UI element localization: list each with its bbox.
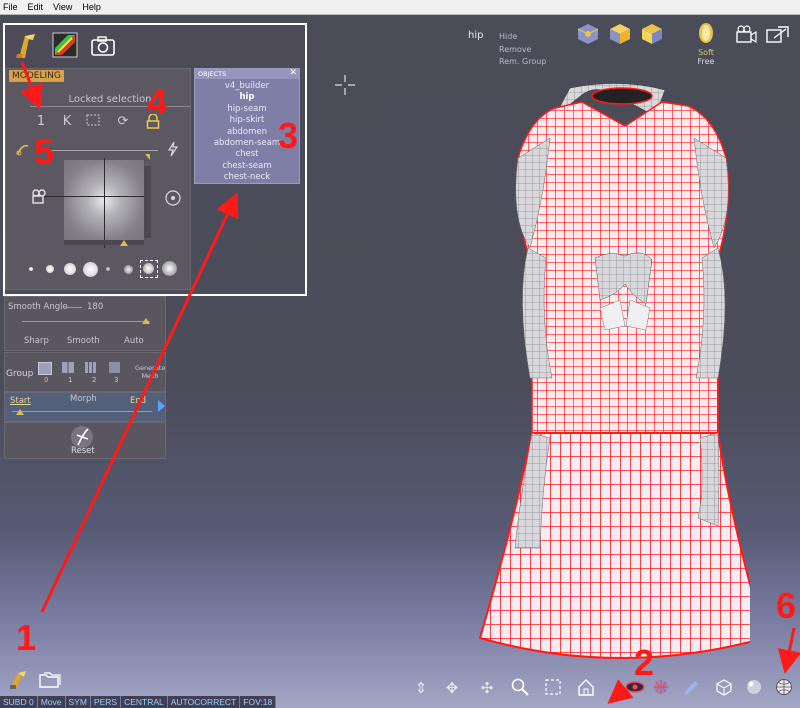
generate-mesh-button[interactable]: Generate Mesh xyxy=(135,364,165,380)
move-icon[interactable]: ✥ xyxy=(441,677,463,699)
morph-slider[interactable] xyxy=(12,411,152,412)
morph-marker-icon[interactable] xyxy=(16,409,24,415)
solid-sphere-icon[interactable] xyxy=(743,677,765,699)
status-bar: SUBD 0 Move SYM PERS CENTRAL AUTOCORRECT… xyxy=(0,696,277,708)
render-camera-icon[interactable] xyxy=(734,24,758,46)
group-level-1-icon[interactable] xyxy=(62,362,74,373)
view-side-cube-icon[interactable] xyxy=(640,22,664,46)
soft-face-icon[interactable] xyxy=(697,22,715,48)
annotation-3: 3 xyxy=(278,115,299,156)
menu-help[interactable]: Help xyxy=(82,2,101,12)
annotation-2: 2 xyxy=(634,642,655,683)
smooth-angle-value: 180 xyxy=(87,302,104,312)
group-level-2[interactable]: 2 xyxy=(92,376,96,384)
reset-button[interactable]: Reset xyxy=(71,446,95,456)
smooth-angle-label: Smooth Angle xyxy=(8,302,68,312)
rotate-icon[interactable]: ✣ xyxy=(476,677,498,699)
rem-group-button[interactable]: Rem. Group xyxy=(499,56,546,69)
brush-tool-icon[interactable] xyxy=(8,669,30,691)
annotation-6: 6 xyxy=(776,585,797,626)
morph-end[interactable]: End xyxy=(130,396,146,406)
status-central[interactable]: CENTRAL xyxy=(121,696,168,708)
box-view-icon[interactable] xyxy=(713,677,735,699)
group-level-3[interactable]: 3 xyxy=(114,376,118,384)
selected-object-label: hip xyxy=(468,30,484,41)
soft-text[interactable]: Soft xyxy=(697,48,715,57)
smooth-option-sharp[interactable]: Sharp xyxy=(24,336,49,346)
status-move[interactable]: Move xyxy=(38,696,66,708)
group-level-2-icon[interactable] xyxy=(85,362,97,373)
smooth-option-smooth[interactable]: Smooth xyxy=(67,336,100,346)
menu-file[interactable]: File xyxy=(3,2,18,12)
smooth-option-auto[interactable]: Auto xyxy=(124,336,144,346)
morph-label: Morph xyxy=(70,394,97,404)
soft-label: Soft Free xyxy=(697,48,715,66)
crosshair-icon xyxy=(335,75,355,95)
status-autocorrect[interactable]: AUTOCORRECT xyxy=(168,696,241,708)
menu-edit[interactable]: Edit xyxy=(28,2,44,12)
dress-model[interactable] xyxy=(420,78,750,678)
group-level-1[interactable]: 1 xyxy=(68,376,72,384)
annotation-1: 1 xyxy=(16,617,37,658)
smooth-angle-track-short xyxy=(66,307,82,308)
smooth-angle-slider[interactable] xyxy=(22,321,150,322)
smooth-shade-icon[interactable] xyxy=(680,677,702,699)
menu-view[interactable]: View xyxy=(53,2,72,12)
remove-button[interactable]: Remove xyxy=(499,44,546,57)
group-label: Group xyxy=(6,369,34,379)
hide-button[interactable]: Hide xyxy=(499,31,546,44)
status-sym[interactable]: SYM xyxy=(66,696,91,708)
group-level-0-icon[interactable] xyxy=(38,362,52,375)
status-fov[interactable]: FOV:18 xyxy=(240,696,277,708)
frame-icon[interactable] xyxy=(542,677,564,699)
grid-sphere-icon[interactable] xyxy=(773,677,795,699)
smooth-slider-marker-icon[interactable] xyxy=(142,318,150,324)
group-level-0[interactable]: 0 xyxy=(44,376,48,384)
annotation-5: 5 xyxy=(34,131,55,172)
group-level-3-icon[interactable] xyxy=(109,362,120,373)
free-text[interactable]: Free xyxy=(697,57,715,66)
view-front-cube-icon[interactable] xyxy=(608,22,632,46)
export-view-icon[interactable] xyxy=(764,24,790,46)
morph-start[interactable]: Start xyxy=(10,396,31,406)
status-subd[interactable]: SUBD 0 xyxy=(0,696,38,708)
status-pers[interactable]: PERS xyxy=(91,696,122,708)
transform-icon[interactable]: ⇕ xyxy=(410,677,432,699)
visibility-menu: Hide Remove Rem. Group xyxy=(499,31,546,69)
morph-play-icon[interactable] xyxy=(158,400,165,412)
home-icon[interactable] xyxy=(575,677,597,699)
zoom-icon[interactable] xyxy=(509,677,531,699)
menu-bar: File Edit View Help xyxy=(0,0,800,15)
view-top-cube-icon[interactable] xyxy=(576,22,600,46)
annotation-4: 4 xyxy=(147,81,168,122)
open-file-icon[interactable] xyxy=(38,669,62,691)
